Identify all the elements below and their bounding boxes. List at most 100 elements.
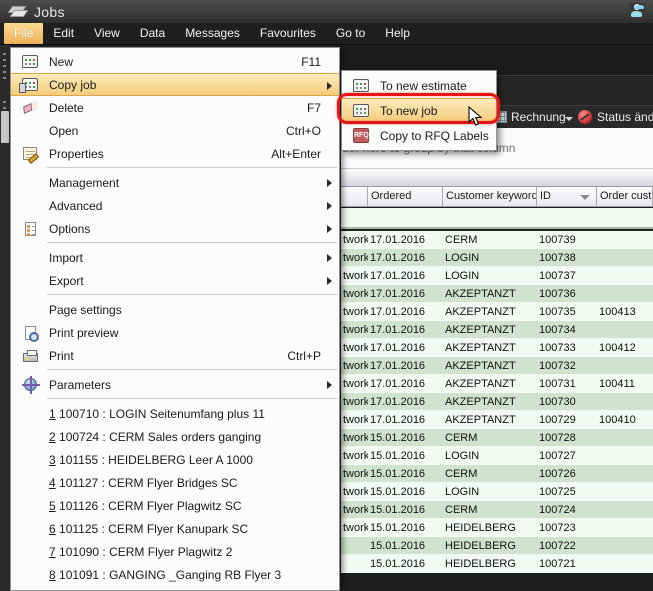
cell-status: twork (341, 447, 368, 464)
file-menu-item-import[interactable]: Import (11, 246, 339, 269)
cell-keyword: AKZEPTANZT (443, 375, 537, 392)
cell-keyword: HEIDELBERG (443, 519, 537, 536)
file-menu-item-101126-cerm-flyer-plagwitz-sc[interactable]: 5 101126 : CERM Flyer Plagwitz SC (11, 494, 339, 517)
table-row[interactable]: twork15.01.2016LOGIN100725 (341, 483, 653, 501)
table-row[interactable]: twork17.01.2016AKZEPTANZT100729100410 (341, 411, 653, 429)
menubar-item-go-to[interactable]: Go to (326, 23, 375, 44)
file-menu-item-open[interactable]: OpenCtrl+O (11, 119, 339, 142)
dropdown-caret-icon[interactable] (565, 117, 573, 121)
file-menu-item-delete[interactable]: DeleteF7 (11, 96, 339, 119)
table-row[interactable]: twork17.01.2016CERM100739 (341, 231, 653, 249)
file-menu-item-properties[interactable]: PropertiesAlt+Enter (11, 142, 339, 165)
file-menu-item-print-preview[interactable]: Print preview (11, 321, 339, 344)
cell-id: 100731 (537, 375, 597, 392)
menubar-item-view[interactable]: View (84, 23, 130, 44)
menubar-item-messages[interactable]: Messages (175, 23, 250, 44)
file-menu-item-new[interactable]: NewF11 (11, 50, 339, 73)
file-menu-item-100710-login-seitenumfang-plus-11[interactable]: 1 100710 : LOGIN Seitenumfang plus 11 (11, 402, 339, 425)
file-menu-item-101125-cerm-flyer-kanupark-sc[interactable]: 6 101125 : CERM Flyer Kanupark SC (11, 517, 339, 540)
column-header-ordered[interactable]: Ordered (368, 187, 443, 206)
menubar-item-data[interactable]: Data (130, 23, 175, 44)
file-menu-item-101090-cerm-flyer-plagwitz-2[interactable]: 7 101090 : CERM Flyer Plagwitz 2 (11, 540, 339, 563)
cell-order (597, 555, 653, 572)
file-menu-item-101155-heidelberg-leer-a-1000[interactable]: 3 101155 : HEIDELBERG Leer A 1000 (11, 448, 339, 471)
cell-ordered: 15.01.2016 (368, 555, 443, 572)
submenu-item-to-new-estimate[interactable]: To new estimate (342, 73, 496, 98)
cell-ordered: 17.01.2016 (368, 411, 443, 428)
cell-order: 100412 (597, 339, 653, 356)
cell-order: 100410 (597, 411, 653, 428)
cell-status (341, 537, 368, 554)
submenu-item-copy-to-rfq-labels[interactable]: RFQCopy to RFQ Labels (342, 123, 496, 148)
table-row[interactable]: 15.01.2016HEIDELBERG100721 (341, 555, 653, 573)
file-menu-item-options[interactable]: Options (11, 217, 339, 240)
file-menu-item-print[interactable]: PrintCtrl+P (11, 344, 339, 367)
table-row[interactable]: twork17.01.2016AKZEPTANZT100736 (341, 285, 653, 303)
cell-id: 100724 (537, 501, 597, 518)
menubar-item-edit[interactable]: Edit (43, 23, 84, 44)
cell-keyword: CERM (443, 429, 537, 446)
table-row[interactable]: twork15.01.2016HEIDELBERG100723 (341, 519, 653, 537)
table-row[interactable]: 15.01.2016HEIDELBERG100722 (341, 537, 653, 555)
cell-keyword: AKZEPTANZT (443, 321, 537, 338)
rechnung-button[interactable]: Rechnung (511, 110, 566, 124)
copy-job-icon (22, 78, 38, 91)
file-menu-item-page-settings[interactable]: Page settings (11, 298, 339, 321)
menu-item-label: 2 100724 : CERM Sales orders ganging (49, 430, 261, 444)
file-menu-item-parameters[interactable]: Parameters (11, 373, 339, 396)
menubar-item-help[interactable]: Help (375, 23, 420, 44)
table-row[interactable]: twork17.01.2016LOGIN100738 (341, 249, 653, 267)
cell-order (597, 249, 653, 266)
copy-job-submenu-popup: To new estimate To new job RFQCopy to RFQ … (341, 70, 497, 151)
user-star-icon[interactable] (629, 3, 645, 19)
menu-item-label: Delete (49, 101, 84, 115)
menu-item-label: Open (49, 124, 78, 138)
table-row[interactable]: twork17.01.2016AKZEPTANZT100732 (341, 357, 653, 375)
table-row[interactable]: twork15.01.2016CERM100726 (341, 465, 653, 483)
file-menu-item-advanced[interactable]: Advanced (11, 194, 339, 217)
column-header-id[interactable]: ID (537, 187, 597, 206)
cell-status: twork (341, 231, 368, 248)
cell-id: 100730 (537, 393, 597, 410)
cell-id: 100738 (537, 249, 597, 266)
cell-order (597, 483, 653, 500)
cell-ordered: 15.01.2016 (368, 447, 443, 464)
status-change-icon[interactable] (578, 110, 592, 124)
cell-status: twork (341, 285, 368, 302)
cell-order: 100413 (597, 303, 653, 320)
table-row[interactable]: twork17.01.2016AKZEPTANZT100735100413 (341, 303, 653, 321)
file-menu-item-management[interactable]: Management (11, 171, 339, 194)
menu-item-label: Options (49, 222, 90, 236)
menubar-item-favourites[interactable]: Favourites (250, 23, 326, 44)
table-row[interactable]: twork15.01.2016CERM100728 (341, 429, 653, 447)
docked-toolbar-button[interactable] (1, 111, 9, 143)
menu-separator (47, 398, 337, 399)
column-header-order-custo[interactable]: Order custo (597, 187, 653, 206)
cell-keyword: AKZEPTANZT (443, 303, 537, 320)
column-header-customer-keyword[interactable]: Customer keyword (443, 187, 537, 206)
table-row[interactable]: twork15.01.2016CERM100724 (341, 501, 653, 519)
table-row[interactable]: twork15.01.2016LOGIN100727 (341, 447, 653, 465)
toolbar-grip-icon[interactable] (3, 53, 6, 79)
menu-item-label: To new job (380, 104, 437, 118)
file-menu-item-100724-cerm-sales-orders-ganging[interactable]: 2 100724 : CERM Sales orders ganging (11, 425, 339, 448)
file-menu-item-export[interactable]: Export (11, 269, 339, 292)
column-header-blank[interactable] (341, 187, 368, 206)
table-row[interactable]: twork17.01.2016AKZEPTANZT100730 (341, 393, 653, 411)
cell-order: 100411 (597, 375, 653, 392)
menu-item-label: Properties (49, 147, 104, 161)
table-row[interactable]: twork17.01.2016LOGIN100737 (341, 267, 653, 285)
file-menu-item-101091-ganging-ganging-rb-flyer-3[interactable]: 8 101091 : GANGING _Ganging RB Flyer 3 (11, 563, 339, 586)
grid-filter-row[interactable] (341, 208, 653, 229)
eraser-icon (23, 101, 37, 114)
status-change-button[interactable]: Status änd (597, 110, 653, 124)
submenu-item-to-new-job[interactable]: To new job (342, 98, 496, 123)
menubar-item-file[interactable]: File (4, 23, 43, 44)
table-row[interactable]: twork17.01.2016AKZEPTANZT100734 (341, 321, 653, 339)
menu-item-label: Print (49, 349, 74, 363)
print-preview-icon (25, 326, 36, 340)
table-row[interactable]: twork17.01.2016AKZEPTANZT100731100411 (341, 375, 653, 393)
table-row[interactable]: twork17.01.2016AKZEPTANZT100733100412 (341, 339, 653, 357)
file-menu-item-copy-job[interactable]: Copy job (11, 73, 339, 96)
file-menu-item-101127-cerm-flyer-bridges-sc[interactable]: 4 101127 : CERM Flyer Bridges SC (11, 471, 339, 494)
